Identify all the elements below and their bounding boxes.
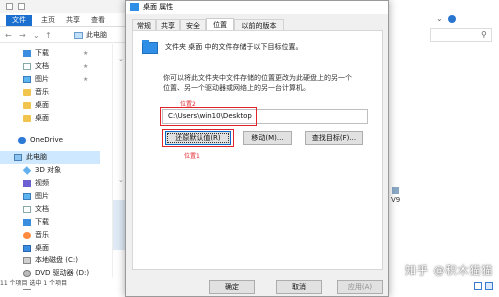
sidebar-item[interactable]: 3D 对象 <box>0 164 100 177</box>
sidebar-item-label: 文档 <box>35 205 49 213</box>
computer-icon <box>14 154 22 161</box>
dvd-icon <box>23 270 31 277</box>
navigation-pane: 下载 ★ 文档 ★ 图片 ★ 音乐 桌面 桌面 OneDrive 此电脑 3D 对象 视频 图片 文档 下载音… <box>0 44 112 290</box>
document-icon <box>23 206 31 213</box>
sidebar-item[interactable]: 下载 ★ <box>0 47 100 60</box>
sidebar-item-label: 本地磁盘 (C:) <box>35 256 78 264</box>
sidebar-item-label: 此电脑 <box>26 153 47 161</box>
sidebar-item[interactable]: 音乐 <box>0 86 100 99</box>
ok-button[interactable]: 确定 <box>209 280 255 294</box>
sidebar-item[interactable]: 音乐 <box>0 229 100 242</box>
sidebar-item[interactable]: 桌面 <box>0 112 100 125</box>
folder-icon <box>23 115 31 122</box>
ribbon-tab-view[interactable]: 查看 <box>88 15 108 26</box>
chevron-down-icon[interactable]: ⌄ <box>118 176 124 184</box>
ribbon-tab-share[interactable]: 共享 <box>63 15 83 26</box>
apply-button[interactable]: 应用(A) <box>337 280 383 294</box>
sidebar-item-label: 图片 <box>35 75 49 83</box>
large-icons-view-icon[interactable] <box>485 282 493 290</box>
sidebar-item-label: OneDrive <box>30 136 63 144</box>
search-icon: ⚲ <box>481 30 487 39</box>
drive-icon <box>392 187 399 194</box>
cloud-icon <box>18 137 26 144</box>
properties-dialog: 桌面 属性 常规 共享 安全 位置 以前的版本 文件夹 桌面 中的文件存储于以下… <box>125 0 389 297</box>
3d-objects-icon <box>22 166 32 175</box>
sidebar-item-label: 图片 <box>35 192 49 200</box>
sidebar-item[interactable]: 文档 <box>0 203 100 216</box>
chevron-down-icon[interactable]: ⌄ <box>33 31 40 40</box>
sidebar-item[interactable]: 本地磁盘 (C:) <box>0 254 100 267</box>
explorer-ribbon-tabs: 文件 主页 共享 查看 <box>0 13 140 27</box>
pin-icon[interactable]: ★ <box>83 73 88 86</box>
sidebar-item[interactable]: 图片 ★ <box>0 73 100 86</box>
computer-icon <box>74 32 83 39</box>
sidebar-item-label: 音乐 <box>35 88 49 96</box>
folder-icon <box>142 40 158 54</box>
folder-icon <box>23 102 31 109</box>
status-bar: 11 个项目 选中 1 个项目 <box>0 278 125 289</box>
cancel-button[interactable]: 取消 <box>276 280 322 294</box>
chevron-down-icon[interactable]: ⌄ <box>118 55 124 63</box>
up-arrow-icon[interactable]: ↑ <box>45 31 52 40</box>
sidebar-item[interactable]: 图片 <box>0 190 100 203</box>
annotation-box-position2 <box>160 107 257 126</box>
sidebar-item-label: 桌面 <box>35 114 49 122</box>
download-icon <box>23 50 31 57</box>
sidebar-item-label: 下载 <box>35 49 49 57</box>
music-icon <box>23 232 31 239</box>
picture-icon <box>23 76 31 83</box>
video-icon <box>23 180 31 187</box>
location-tab-panel: 文件夹 桌面 中的文件存储于以下目标位置。 你可以将此文件夹中文件存储的位置更改… <box>132 30 383 270</box>
find-target-button[interactable]: 查找目标(F)... <box>305 131 363 145</box>
pin-icon[interactable]: ★ <box>83 60 88 73</box>
item-label-fragment: V9 <box>391 196 401 204</box>
sidebar-item-label: 音乐 <box>35 231 49 239</box>
picture-icon <box>23 193 31 200</box>
sidebar-item-label: 文档 <box>35 62 49 70</box>
sidebar-item[interactable]: 文档 ★ <box>0 60 100 73</box>
sidebar-item[interactable]: OneDrive <box>0 134 100 147</box>
watermark: 知乎 @积木猫猫 <box>405 264 494 277</box>
back-arrow-icon[interactable]: ← <box>5 31 12 40</box>
forward-arrow-icon[interactable]: → <box>19 31 26 40</box>
desktop-icon <box>23 245 31 252</box>
ribbon-tab-home[interactable]: 主页 <box>38 15 58 26</box>
view-toggle <box>474 282 496 290</box>
description-line-2: 位置、另一个驱动器或网络上的另一台计算机。 <box>163 84 310 92</box>
ribbon-tab-file[interactable]: 文件 <box>6 15 32 26</box>
drive-icon <box>23 257 31 264</box>
pin-icon[interactable]: ★ <box>83 47 88 60</box>
music-folder-icon <box>23 89 31 96</box>
explorer-address-bar: ← → ⌄ ↑ 此电脑 <box>0 28 125 43</box>
sidebar-item-label: 3D 对象 <box>35 166 62 174</box>
folder-icon <box>130 3 139 11</box>
chevron-down-icon[interactable]: ⌄ <box>436 14 443 23</box>
dialog-title: 桌面 属性 <box>143 3 174 11</box>
annotation-label-position1: 位置1 <box>184 153 200 160</box>
location-intro-text: 文件夹 桌面 中的文件存储于以下目标位置。 <box>165 43 303 51</box>
sidebar-item[interactable]: 视频 <box>0 177 100 190</box>
explorer-quick-access-toolbar <box>0 0 140 13</box>
breadcrumb[interactable]: 此电脑 <box>86 30 107 41</box>
sidebar-item[interactable]: 桌面 <box>0 99 100 112</box>
sidebar-item-label: 视频 <box>35 179 49 187</box>
sidebar-item-label: 下载 <box>35 218 49 226</box>
download-icon <box>23 219 31 226</box>
details-view-icon[interactable] <box>474 282 482 290</box>
window-icon[interactable] <box>18 3 25 10</box>
move-button[interactable]: 移动(M)... <box>243 131 292 145</box>
annotation-box-position1 <box>162 129 234 147</box>
help-icon[interactable] <box>448 15 456 23</box>
document-icon <box>23 63 31 70</box>
sidebar-item[interactable]: 此电脑 <box>0 151 100 164</box>
sidebar-item-label: 桌面 <box>35 101 49 109</box>
dialog-title-bar[interactable]: 桌面 属性 <box>126 1 388 14</box>
checkbox-icon[interactable] <box>6 3 13 10</box>
sidebar-item[interactable]: 下载 <box>0 216 100 229</box>
